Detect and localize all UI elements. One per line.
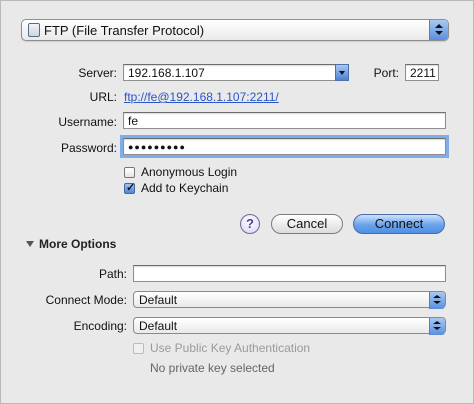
url-label: URL: [89,90,117,104]
password-label: Password: [60,141,117,155]
username-label: Username: [58,115,117,129]
more-options-title[interactable]: More Options [39,237,116,251]
path-field[interactable] [133,265,446,282]
public-key-checkbox[interactable] [133,343,144,354]
add-to-keychain-label: Add to Keychain [141,181,229,195]
url-link[interactable]: ftp://fe@192.168.1.107:2211/ [124,90,279,104]
encoding-popup[interactable]: Default [133,317,446,335]
anonymous-login-checkbox[interactable] [124,167,135,178]
connect-mode-popup[interactable]: Default [133,291,446,309]
connect-mode-label: Connect Mode: [45,293,127,307]
public-key-label: Use Public Key Authentication [150,341,311,355]
add-to-keychain-checkbox[interactable] [124,181,135,194]
connection-panel: FTP (File Transfer Protocol) Server: 192… [0,0,474,404]
port-field[interactable]: 2211 [405,64,439,81]
protocol-popup[interactable]: FTP (File Transfer Protocol) [21,19,449,41]
connect-mode-value: Default [139,293,178,307]
server-value: 192.168.1.107 [128,66,205,80]
private-key-status: No private key selected [150,361,275,375]
cancel-button[interactable]: Cancel [271,214,343,234]
encoding-value: Default [139,319,178,333]
dropdown-arrow-icon[interactable] [335,64,349,81]
chevron-updown-icon [429,20,448,40]
server-label: Server: [78,66,117,80]
disclosure-triangle-icon[interactable] [26,241,34,247]
encoding-label: Encoding: [73,319,127,333]
server-combo[interactable]: 192.168.1.107 [123,64,349,81]
path-label: Path: [98,267,127,281]
chevron-updown-icon [429,292,445,309]
port-label: Port: [373,66,399,80]
help-button[interactable]: ? [240,214,260,234]
chevron-updown-icon [429,318,445,335]
password-field[interactable]: ●●●●●●●●● [120,135,449,158]
anonymous-login-label: Anonymous Login [141,165,238,179]
username-field[interactable]: fe [123,112,446,129]
document-icon [28,23,40,37]
protocol-label: FTP (File Transfer Protocol) [44,23,205,38]
connect-button[interactable]: Connect [353,214,445,234]
